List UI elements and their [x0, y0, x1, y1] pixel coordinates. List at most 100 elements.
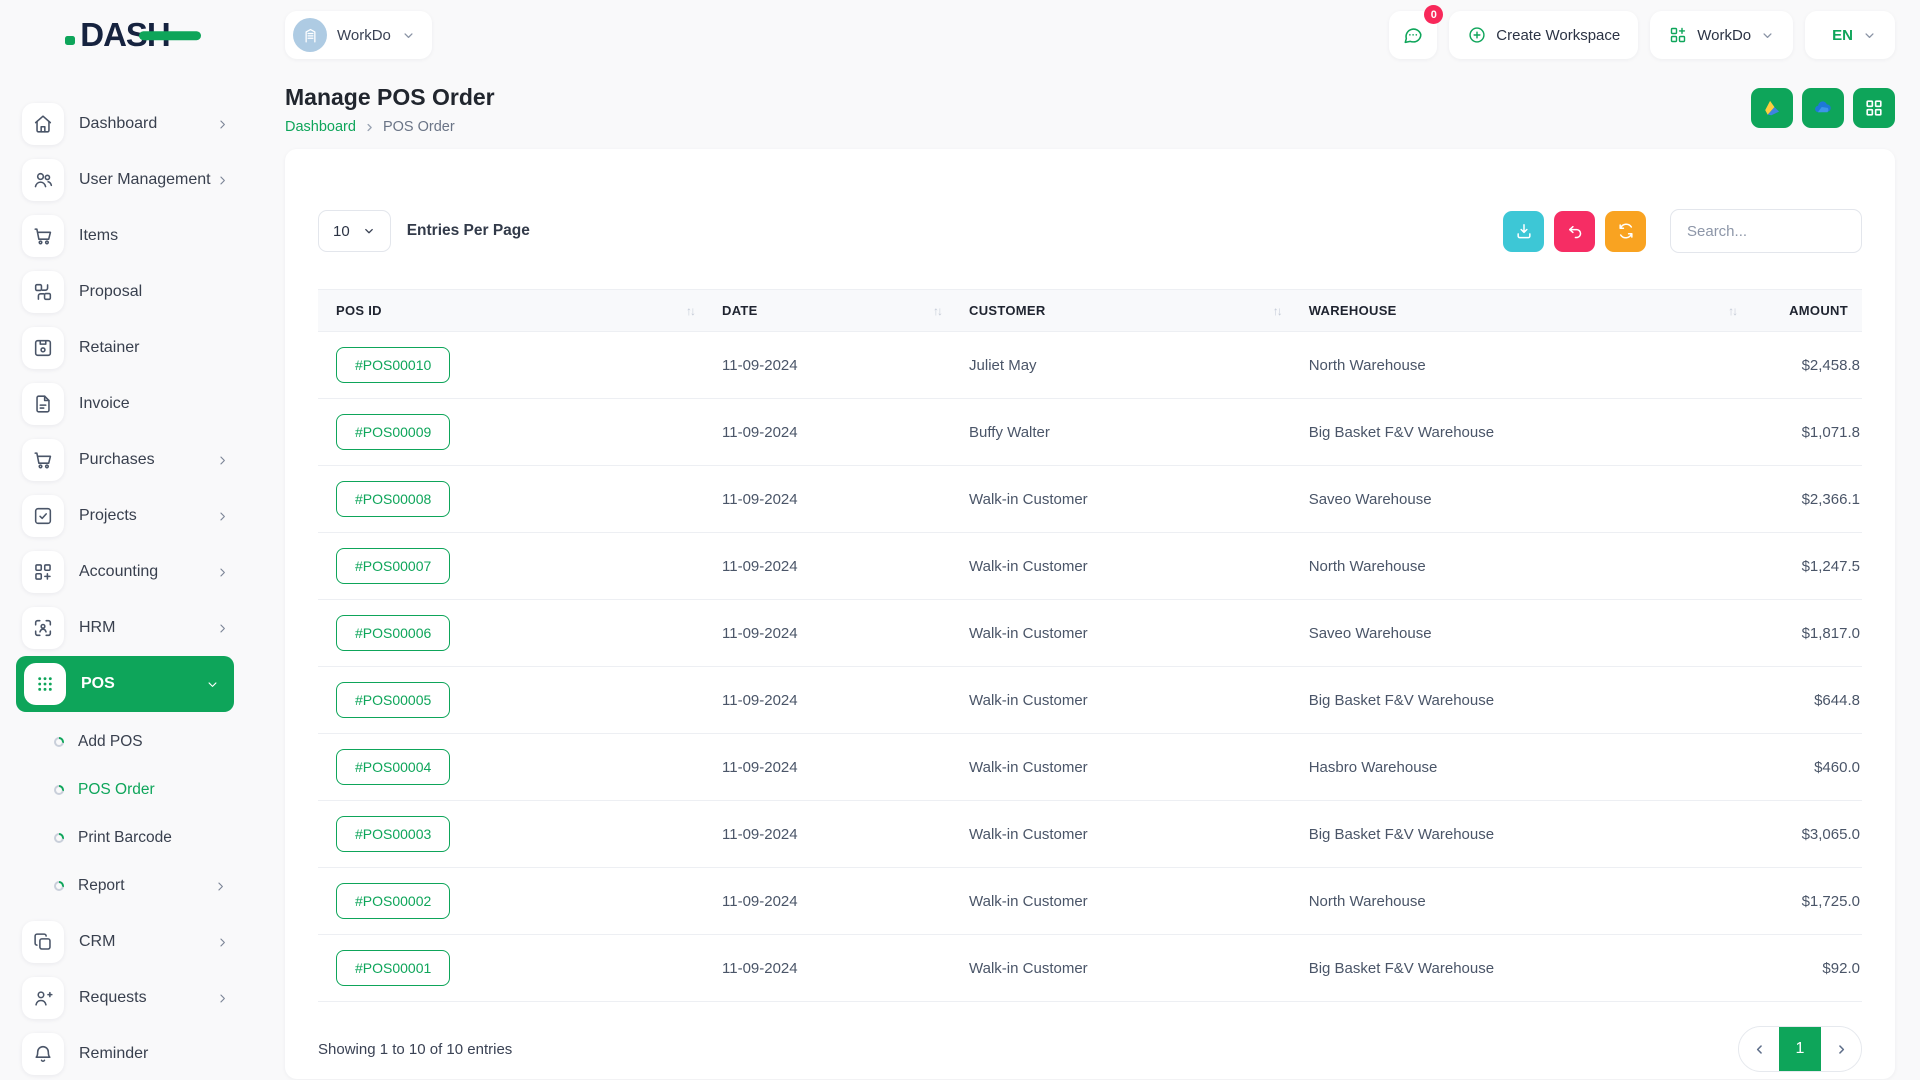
breadcrumb-current: POS Order	[383, 119, 455, 135]
pos-id-link[interactable]: #POS00009	[336, 414, 450, 450]
table-row: #POS0000211-09-2024Walk-in CustomerNorth…	[318, 868, 1862, 935]
sidebar-item-crm[interactable]: CRM	[0, 914, 250, 970]
google-drive-button[interactable]	[1751, 88, 1793, 128]
sidebar-item-dashboard[interactable]: Dashboard	[0, 96, 250, 152]
table-row: #POS0000811-09-2024Walk-in CustomerSaveo…	[318, 466, 1862, 533]
workspace-selector[interactable]: WorkDo	[285, 11, 432, 59]
pagination-page-1[interactable]: 1	[1779, 1026, 1821, 1072]
warehouse-cell: Saveo Warehouse	[1291, 625, 1746, 642]
refresh-button[interactable]	[1605, 211, 1646, 252]
column-header-amount: AMOUNT	[1746, 303, 1862, 318]
pagination-next-button[interactable]	[1821, 1026, 1861, 1072]
sidebar-item-requests[interactable]: Requests	[0, 970, 250, 1026]
sidebar-item-reminder[interactable]: Reminder	[0, 1026, 250, 1080]
entries-per-page-select[interactable]: 10	[318, 210, 391, 252]
pos-id-link[interactable]: #POS00008	[336, 481, 450, 517]
pos-order-table: POS ID↑↓DATE↑↓CUSTOMER↑↓WAREHOUSE↑↓AMOUN…	[318, 289, 1862, 1002]
pos-id-link[interactable]: #POS00007	[336, 548, 450, 584]
bullet-icon	[54, 737, 64, 747]
sidebar-item-projects[interactable]: Projects	[0, 488, 250, 544]
page-header-actions	[1751, 88, 1895, 128]
home-icon	[22, 103, 64, 145]
pos-id-link[interactable]: #POS00005	[336, 682, 450, 718]
amount-cell: $2,458.8	[1746, 357, 1862, 374]
language-dropdown[interactable]: EN	[1805, 11, 1895, 59]
customer-cell: Walk-in Customer	[951, 558, 1291, 575]
chevron-right-icon	[213, 879, 228, 894]
column-header-date[interactable]: DATE↑↓	[704, 303, 951, 318]
messages-button[interactable]: 0	[1389, 11, 1437, 59]
column-header-customer[interactable]: CUSTOMER↑↓	[951, 303, 1291, 318]
sort-icon: ↑↓	[686, 304, 694, 318]
search-input[interactable]	[1670, 209, 1862, 253]
customer-cell: Walk-in Customer	[951, 893, 1291, 910]
sidebar-item-accounting[interactable]: Accounting	[0, 544, 250, 600]
breadcrumb-dashboard-link[interactable]: Dashboard	[285, 119, 356, 135]
pos-order-card: 10 Entries Per Page POS ID↑↓DATE↑↓CUSTOM…	[285, 149, 1895, 1079]
sidebar-item-proposal[interactable]: Proposal	[0, 264, 250, 320]
sidebar-item-items[interactable]: Items	[0, 208, 250, 264]
column-header-pos-id[interactable]: POS ID↑↓	[318, 303, 704, 318]
pos-id-link[interactable]: #POS00003	[336, 816, 450, 852]
language-code: EN	[1832, 27, 1853, 44]
customer-cell: Walk-in Customer	[951, 692, 1291, 709]
sidebar-menu: DashboardUser ManagementItemsProposalRet…	[0, 70, 250, 1080]
sidebar-item-hrm[interactable]: HRM	[0, 600, 250, 656]
sidebar-subitem-print-barcode[interactable]: Print Barcode	[0, 814, 250, 862]
table-row: #POS0001011-09-2024Juliet MayNorth Wareh…	[318, 332, 1862, 399]
breadcrumb: Dashboard POS Order	[285, 119, 495, 135]
pos-id-link[interactable]: #POS00001	[336, 950, 450, 986]
sidebar-item-label: HRM	[79, 619, 215, 637]
logo-dot-accent	[65, 36, 75, 45]
sidebar-item-retainer[interactable]: Retainer	[0, 320, 250, 376]
sidebar-subitem-pos-order[interactable]: POS Order	[0, 766, 250, 814]
pos-id-link[interactable]: #POS00002	[336, 883, 450, 919]
bullet-icon	[54, 785, 64, 795]
table-footer: Showing 1 to 10 of 10 entries 1	[318, 1026, 1862, 1072]
warehouse-cell: Big Basket F&V Warehouse	[1291, 826, 1746, 843]
sidebar-item-label: Projects	[79, 507, 215, 525]
warehouse-cell: North Warehouse	[1291, 893, 1746, 910]
warehouse-cell: Big Basket F&V Warehouse	[1291, 960, 1746, 977]
sidebar-item-user-management[interactable]: User Management	[0, 152, 250, 208]
sidebar-item-label: CRM	[79, 933, 215, 951]
pos-id-link[interactable]: #POS00006	[336, 615, 450, 651]
logo-wrap: DASH	[0, 16, 250, 54]
swap-grid-icon	[22, 271, 64, 313]
table-row: #POS0000411-09-2024Walk-in CustomerHasbr…	[318, 734, 1862, 801]
workspace-dropdown[interactable]: WorkDo	[1650, 11, 1793, 59]
sidebar-item-purchases[interactable]: Purchases	[0, 432, 250, 488]
onedrive-button[interactable]	[1802, 88, 1844, 128]
export-download-button[interactable]	[1503, 211, 1544, 252]
pos-id-link[interactable]: #POS00010	[336, 347, 450, 383]
date-cell: 11-09-2024	[704, 625, 951, 642]
create-workspace-button[interactable]: Create Workspace	[1449, 11, 1638, 59]
customer-cell: Walk-in Customer	[951, 960, 1291, 977]
chevron-right-icon	[215, 117, 230, 132]
date-cell: 11-09-2024	[704, 357, 951, 374]
showing-entries-text: Showing 1 to 10 of 10 entries	[318, 1041, 512, 1058]
sidebar-subitem-add-pos[interactable]: Add POS	[0, 718, 250, 766]
date-cell: 11-09-2024	[704, 491, 951, 508]
sidebar-item-invoice[interactable]: Invoice	[0, 376, 250, 432]
sidebar-item-pos[interactable]: POS	[16, 656, 234, 712]
entries-per-page-value: 10	[333, 223, 350, 240]
grid-button[interactable]	[1853, 88, 1895, 128]
chevron-down-icon	[1862, 28, 1877, 43]
sidebar-subitem-report[interactable]: Report	[0, 862, 250, 910]
sidebar-item-label: Accounting	[79, 563, 215, 581]
floppy-icon	[22, 327, 64, 369]
sidebar-item-label: Reminder	[79, 1045, 230, 1063]
date-cell: 11-09-2024	[704, 692, 951, 709]
chevron-right-icon	[215, 935, 230, 950]
chevron-right-icon	[215, 565, 230, 580]
undo-button[interactable]	[1554, 211, 1595, 252]
sidebar-subitem-label: Report	[78, 877, 213, 895]
warehouse-cell: Big Basket F&V Warehouse	[1291, 692, 1746, 709]
amount-cell: $1,247.5	[1746, 558, 1862, 575]
pos-id-link[interactable]: #POS00004	[336, 749, 450, 785]
google-drive-icon	[1761, 97, 1783, 119]
column-header-warehouse[interactable]: WAREHOUSE↑↓	[1291, 303, 1746, 318]
table-row: #POS00005 11-09-2024Walk-in CustomerBig B…	[318, 667, 1862, 734]
pagination-prev-button[interactable]	[1739, 1026, 1779, 1072]
